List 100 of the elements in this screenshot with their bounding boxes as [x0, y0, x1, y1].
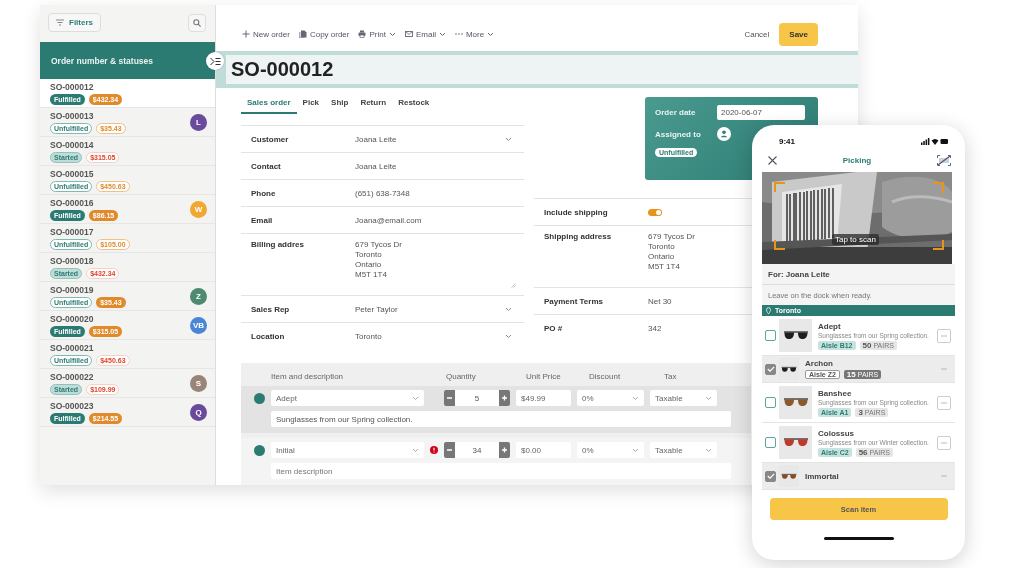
- product-name: Banshee: [818, 388, 853, 398]
- save-button[interactable]: Save: [779, 22, 818, 46]
- select-field[interactable]: Toronto: [355, 331, 524, 341]
- select-field[interactable]: Joana Leite: [355, 134, 524, 144]
- quantity-number: 50: [862, 340, 872, 350]
- filter-icon: [56, 19, 64, 26]
- checkbox[interactable]: [765, 437, 776, 448]
- line-item-row[interactable]: Adept 5 $49.99 0% Taxable Sunglasses from our Spring collection.: [241, 386, 751, 433]
- plus-button[interactable]: [499, 390, 510, 406]
- caret-icon: [412, 395, 419, 401]
- order-number: SO-000018: [50, 255, 95, 266]
- item-select[interactable]: Initial: [271, 442, 424, 458]
- item-select[interactable]: Adept: [271, 390, 424, 406]
- tab[interactable]: Return: [354, 96, 393, 114]
- column-header: Quantity: [446, 372, 477, 381]
- scan-hint: Tap to scan: [832, 234, 879, 245]
- field-label: Customer: [250, 134, 290, 144]
- field-value: 342: [648, 323, 662, 333]
- customer-name: For: Joana Leite: [762, 264, 955, 285]
- address-line: M5T 1T4: [648, 262, 681, 271]
- caret-icon: [632, 395, 639, 401]
- order-number: SO-000016: [50, 197, 95, 208]
- price-field[interactable]: $0.00: [516, 442, 571, 458]
- check-icon: [766, 366, 775, 372]
- order-number: SO-000020: [50, 313, 95, 324]
- pick-item-row[interactable]: Immortal: [762, 463, 955, 490]
- line-item-row[interactable]: Initial 34 $0.00 0% Taxable Item description: [241, 438, 751, 485]
- select-field[interactable]: Peter Taylor: [355, 304, 524, 314]
- price-field[interactable]: $49.99: [516, 390, 571, 406]
- tab[interactable]: Sales order: [241, 96, 297, 114]
- avatar: W: [190, 200, 207, 218]
- column-header: Tax: [664, 372, 677, 381]
- field-value: Joana@email.com: [355, 215, 422, 225]
- address-line: Ontario: [355, 260, 383, 269]
- toolbar-action[interactable]: New order: [242, 29, 290, 39]
- screen-title: Picking: [842, 156, 872, 165]
- toggle-switch[interactable]: [648, 208, 662, 216]
- plus-button[interactable]: [499, 442, 510, 458]
- avatar: Z: [190, 287, 207, 305]
- toolbar-action[interactable]: More: [454, 29, 495, 39]
- description-field[interactable]: Item description: [271, 463, 731, 479]
- field-label: Assigned to: [655, 129, 702, 139]
- user-icon[interactable]: [717, 127, 731, 141]
- caret-icon: [505, 306, 512, 312]
- status-dot: [254, 444, 265, 456]
- checkbox[interactable]: [765, 397, 776, 408]
- discount-select[interactable]: 0%: [577, 442, 644, 458]
- field-label: Contact: [250, 161, 282, 171]
- check-icon: [766, 473, 775, 479]
- close-icon[interactable]: [768, 156, 777, 165]
- address-line: Toronto: [355, 250, 383, 259]
- field-label: Email: [250, 215, 274, 225]
- cancel-button[interactable]: Cancel: [744, 29, 770, 39]
- scan-off-icon[interactable]: [937, 155, 951, 166]
- toolbar-action[interactable]: Email: [404, 29, 446, 39]
- checkbox[interactable]: [765, 363, 776, 375]
- avatar: VB: [190, 316, 207, 334]
- filters-button[interactable]: Filters: [48, 13, 101, 32]
- dots-icon: [454, 30, 463, 38]
- field-value: Joana Leite: [355, 161, 397, 171]
- search-button[interactable]: [188, 13, 206, 32]
- caret-icon: [705, 395, 712, 401]
- address-line: 679 Tycos Dr: [355, 240, 403, 249]
- address-field[interactable]: 679 Tycos Dr Toronto Ontario M5T 1T4: [355, 240, 516, 288]
- checkbox[interactable]: [765, 470, 776, 482]
- caret-icon: [505, 333, 512, 339]
- column-header: Order number & statuses: [40, 42, 215, 79]
- resize-grip-icon: [511, 283, 516, 288]
- checkbox[interactable]: [765, 330, 776, 341]
- field-value: Net 30: [648, 296, 672, 306]
- tab[interactable]: Restock: [392, 96, 436, 114]
- field-label: Order date: [655, 108, 697, 117]
- plus-icon: [242, 30, 250, 38]
- order-number: SO-000017: [50, 226, 95, 237]
- minus-button[interactable]: [444, 390, 455, 406]
- envelope-icon: [404, 30, 413, 38]
- minus-button[interactable]: [444, 442, 455, 458]
- printer-icon: [358, 30, 367, 38]
- order-number: SO-000023: [50, 400, 95, 411]
- order-title-field[interactable]: SO-000012: [226, 55, 858, 84]
- column-header: Discount: [589, 372, 622, 381]
- toolbar-action[interactable]: Print: [358, 29, 396, 39]
- description-field[interactable]: Sunglasses from our Spring collection.: [271, 411, 731, 427]
- toolbar-action[interactable]: Copy order: [298, 29, 350, 39]
- home-indicator: [823, 537, 894, 540]
- date-field[interactable]: 2020-06-07: [717, 105, 805, 120]
- tab[interactable]: Pick: [296, 96, 326, 114]
- discount-select[interactable]: 0%: [577, 390, 644, 406]
- tab[interactable]: Ship: [325, 96, 355, 114]
- quantity-number: 56: [858, 447, 868, 457]
- quantity-number: 3: [858, 407, 863, 417]
- column-header: Unit Price: [526, 372, 562, 381]
- order-number: SO-000022: [50, 371, 95, 382]
- field-label: Include shipping: [543, 207, 609, 217]
- tax-select[interactable]: Taxable: [650, 390, 717, 406]
- field-label: Location: [250, 331, 286, 341]
- product-name: Adept: [818, 321, 842, 331]
- caret-icon: [632, 447, 639, 453]
- status-icons: [921, 137, 949, 145]
- tax-select[interactable]: Taxable: [650, 442, 717, 458]
